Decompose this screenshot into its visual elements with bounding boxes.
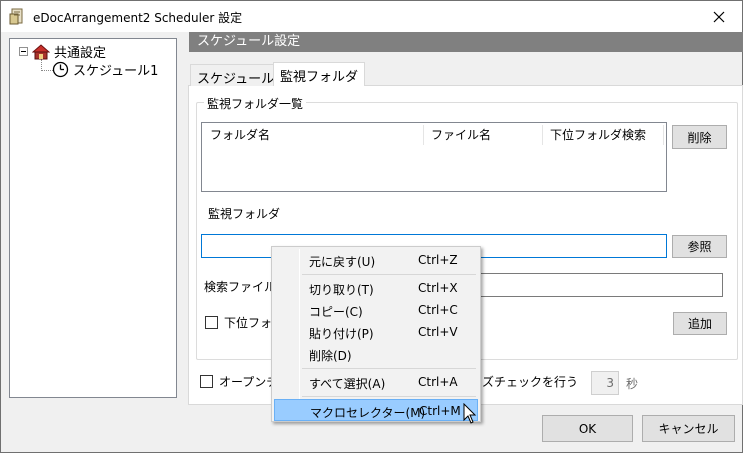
tree-item-label: スケジュール1	[73, 64, 159, 79]
menu-item-label: 元に戻す(U)	[309, 255, 376, 269]
watch-folder-list[interactable]: フォルダ名 ファイル名 下位フォルダ検索	[201, 122, 667, 192]
tree-item-label: 共通設定	[54, 46, 107, 61]
menu-item-label: 切り取り(T)	[309, 283, 374, 297]
watch-folder-label: 監視フォルダ	[208, 207, 281, 221]
settings-tree[interactable]: 共通設定 スケジュール1	[9, 38, 177, 398]
menu-item-label: すべて選択(A)	[309, 377, 386, 391]
menu-item-shortcut: Ctrl+Z	[418, 253, 458, 267]
seconds-input[interactable]: 3	[591, 371, 619, 395]
app-icon	[9, 8, 25, 25]
settings-window: eDocArrangement2 Scheduler 設定 共通設定 スケジュー…	[0, 0, 743, 453]
tree-item-common-settings[interactable]: 共通設定	[32, 42, 106, 61]
house-icon	[32, 43, 50, 59]
menu-item-undo[interactable]: 元に戻す(U) Ctrl+Z	[274, 249, 478, 271]
menu-item-select-all[interactable]: すべて選択(A) Ctrl+A	[274, 371, 478, 393]
search-file-input[interactable]	[477, 273, 723, 297]
tab-schedule[interactable]: スケジュール	[190, 64, 282, 87]
menu-item-shortcut: Ctrl+C	[418, 303, 458, 317]
menu-separator	[302, 396, 476, 397]
delete-button[interactable]: 削除	[672, 125, 727, 149]
search-file-label: 検索ファイル	[204, 280, 277, 294]
clock-icon	[52, 61, 69, 78]
menu-item-copy[interactable]: コピー(C) Ctrl+C	[274, 299, 478, 321]
browse-button[interactable]: 参照	[672, 235, 727, 258]
panel-header: スケジュール設定	[189, 32, 743, 52]
menu-item-shortcut: Ctrl+A	[418, 375, 458, 389]
add-button[interactable]: 追加	[673, 312, 727, 335]
column-subfolder-search[interactable]: 下位フォルダ検索	[542, 123, 646, 147]
open-check-checkbox[interactable]	[200, 375, 213, 388]
menu-separator	[302, 368, 476, 369]
menu-item-cut[interactable]: 切り取り(T) Ctrl+X	[274, 277, 478, 299]
menu-item-label: 削除(D)	[309, 349, 352, 363]
menu-item-shortcut: Ctrl+M	[419, 404, 461, 418]
menu-item-macro-selector[interactable]: マクロセレクター(M) Ctrl+M	[274, 399, 478, 421]
mouse-pointer-icon	[463, 403, 477, 424]
menu-item-delete[interactable]: 削除(D)	[274, 343, 478, 365]
subfolder-search-label: 下位フォ	[224, 316, 273, 330]
window-title: eDocArrangement2 Scheduler 設定	[33, 11, 243, 25]
column-separator	[663, 125, 664, 145]
menu-item-shortcut: Ctrl+V	[418, 325, 458, 339]
menu-item-shortcut: Ctrl+X	[418, 281, 458, 295]
subfolder-search-checkbox[interactable]	[205, 316, 218, 329]
menu-separator	[302, 274, 476, 275]
column-folder-name[interactable]: フォルダ名	[202, 123, 270, 147]
close-button[interactable]	[696, 1, 742, 32]
seconds-unit-label: 秒	[626, 377, 639, 391]
group-title: 監視フォルダ一覧	[204, 95, 307, 112]
context-menu: 元に戻す(U) Ctrl+Z 切り取り(T) Ctrl+X コピー(C) Ctr…	[271, 246, 481, 422]
open-check-label-tail: ズチェックを行う	[482, 375, 579, 389]
tab-watch-folder[interactable]: 監視フォルダ	[273, 62, 366, 86]
ok-button[interactable]: OK	[542, 415, 633, 442]
open-check-label: オープンチ	[219, 375, 279, 389]
tree-item-schedule-1[interactable]: スケジュール1	[52, 60, 158, 79]
menu-item-label: コピー(C)	[309, 305, 363, 319]
close-icon	[713, 11, 725, 22]
menu-item-paste[interactable]: 貼り付け(P) Ctrl+V	[274, 321, 478, 343]
collapse-toggle[interactable]	[19, 47, 28, 56]
cancel-button[interactable]: キャンセル	[642, 415, 735, 442]
menu-item-label: 貼り付け(P)	[309, 327, 374, 341]
menu-item-label: マクロセレクター(M)	[310, 406, 426, 420]
title-bar[interactable]: eDocArrangement2 Scheduler 設定	[1, 1, 742, 32]
column-file-name[interactable]: ファイル名	[423, 123, 491, 147]
